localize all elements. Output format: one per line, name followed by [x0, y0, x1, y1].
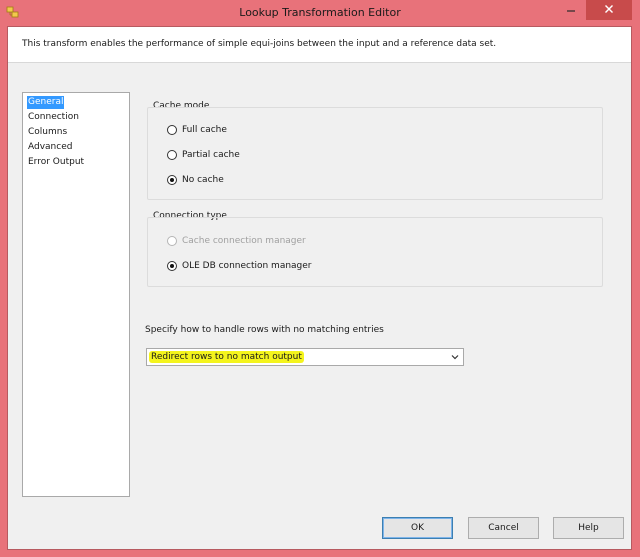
radio-partial-cache-label: Partial cache	[182, 150, 240, 160]
nav-item-general[interactable]: General	[27, 96, 65, 109]
radio-button[interactable]	[167, 125, 177, 135]
radio-full-cache-label: Full cache	[182, 125, 227, 135]
chevron-down-icon[interactable]	[450, 352, 460, 362]
minimize-button[interactable]	[558, 0, 584, 20]
radio-cache-connection-manager[interactable]: Cache connection manager	[167, 234, 306, 248]
no-match-selected-value: Redirect rows to no match output	[149, 351, 304, 363]
dialog-client-area: This transform enables the performance o…	[7, 26, 632, 550]
cancel-button[interactable]: Cancel	[468, 517, 539, 539]
help-button[interactable]: Help	[553, 517, 624, 539]
nav-item-error-output[interactable]: Error Output	[27, 156, 85, 169]
description-text: This transform enables the performance o…	[22, 39, 497, 49]
radio-button-checked[interactable]	[167, 175, 177, 185]
radio-button-checked[interactable]	[167, 261, 177, 271]
connection-type-group	[147, 217, 603, 287]
title-bar[interactable]: Lookup Transformation Editor	[0, 0, 640, 26]
nav-item-connection[interactable]: Connection	[27, 111, 80, 124]
nav-item-advanced[interactable]: Advanced	[27, 141, 73, 154]
page-navigation-list[interactable]: General Connection Columns Advanced Erro…	[22, 92, 130, 497]
radio-button-disabled[interactable]	[167, 236, 177, 246]
window-title: Lookup Transformation Editor	[239, 6, 401, 19]
radio-oledb-connection-manager[interactable]: OLE DB connection manager	[167, 259, 312, 273]
no-match-dropdown[interactable]: Redirect rows to no match output	[146, 348, 464, 366]
radio-partial-cache[interactable]: Partial cache	[167, 148, 240, 162]
nav-item-columns[interactable]: Columns	[27, 126, 68, 139]
no-match-label: Specify how to handle rows with no match…	[145, 325, 384, 335]
radio-no-cache-label: No cache	[182, 175, 224, 185]
close-button[interactable]	[586, 0, 632, 20]
description-panel: This transform enables the performance o…	[8, 27, 631, 63]
radio-cache-connection-manager-label: Cache connection manager	[182, 236, 306, 246]
radio-button[interactable]	[167, 150, 177, 160]
lookup-transformation-editor-window: Lookup Transformation Editor This transf…	[0, 0, 640, 557]
radio-oledb-connection-manager-label: OLE DB connection manager	[182, 261, 312, 271]
radio-full-cache[interactable]: Full cache	[167, 123, 227, 137]
close-icon	[604, 4, 614, 17]
ok-button[interactable]: OK	[382, 517, 453, 539]
radio-no-cache[interactable]: No cache	[167, 173, 224, 187]
minimize-icon	[566, 4, 576, 17]
